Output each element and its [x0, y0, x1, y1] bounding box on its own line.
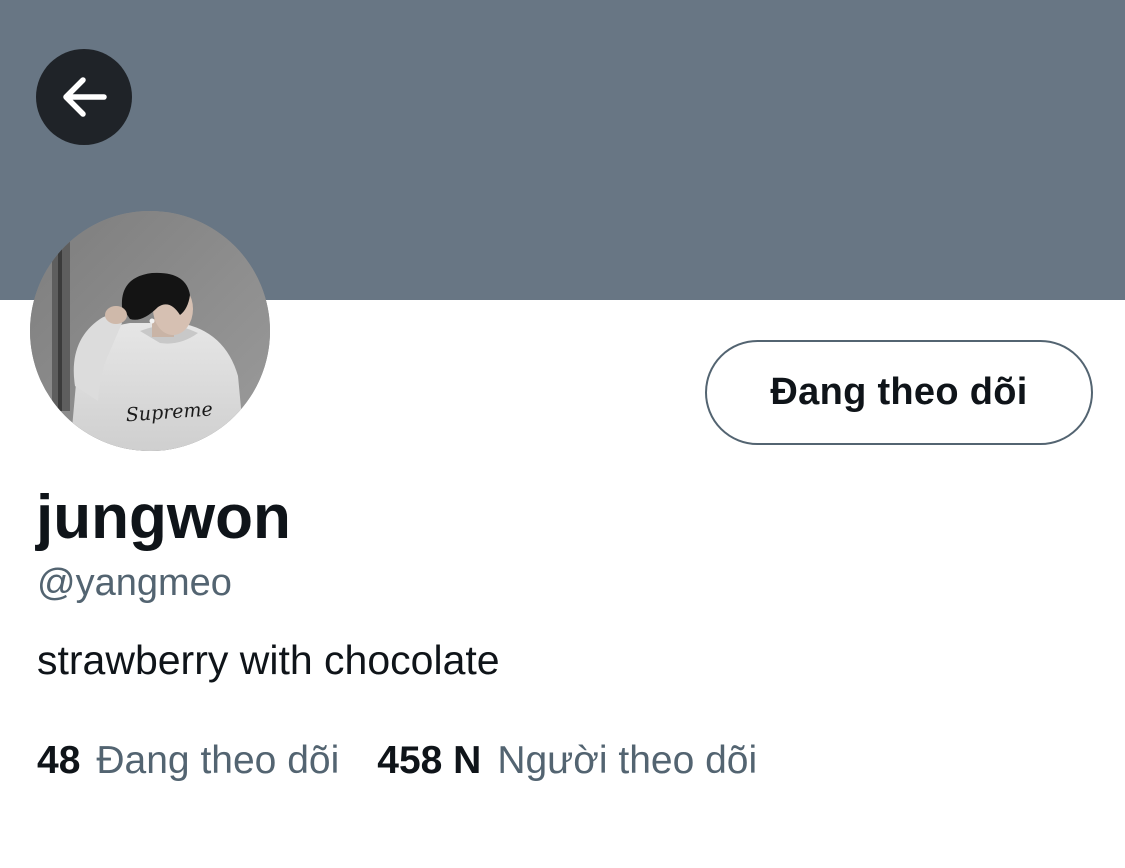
avatar[interactable]: Supreme	[30, 211, 270, 451]
back-button[interactable]	[36, 49, 132, 145]
avatar-photo: Supreme	[30, 211, 270, 451]
arrow-left-icon	[63, 77, 107, 117]
bio: strawberry with chocolate	[37, 637, 500, 683]
followers-label: Người theo dõi	[497, 739, 758, 782]
user-handle: @yangmeo	[37, 562, 232, 604]
followers-count: 458 N	[377, 739, 482, 782]
display-name: jungwon	[36, 483, 291, 552]
profile-stats: 48 Đang theo dõi 458 N Người theo dõi	[37, 739, 758, 783]
following-stat[interactable]: 48 Đang theo dõi	[37, 739, 340, 783]
following-button[interactable]: Đang theo dõi	[705, 340, 1093, 445]
following-count: 48	[37, 739, 81, 782]
following-label: Đang theo dõi	[96, 739, 340, 782]
followers-stat[interactable]: 458 N Người theo dõi	[377, 739, 758, 783]
